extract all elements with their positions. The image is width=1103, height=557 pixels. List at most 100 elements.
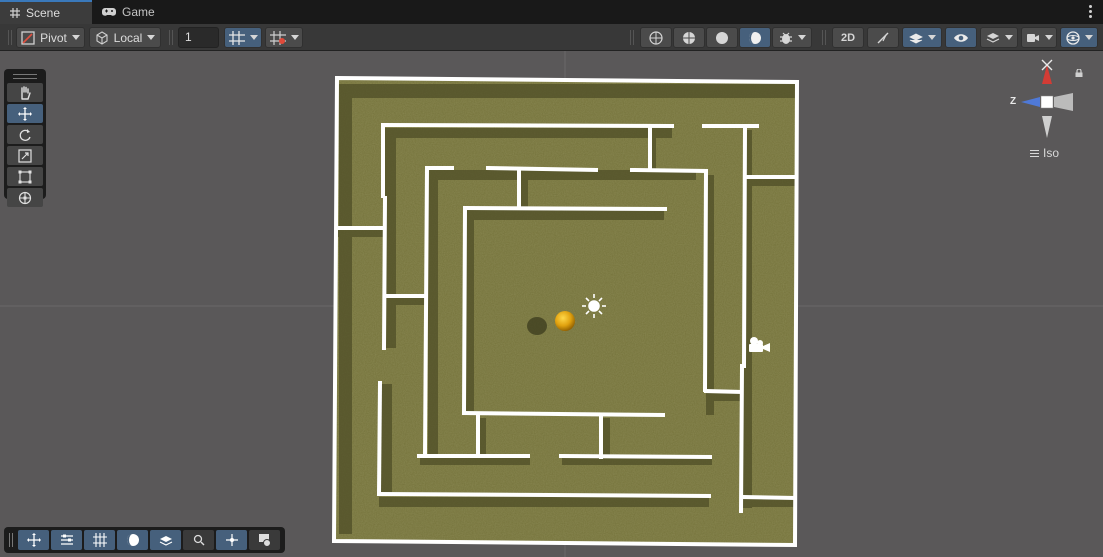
2d-label: 2D [840, 31, 856, 44]
rect-tool-button[interactable] [7, 167, 43, 186]
overlay-camera-button[interactable] [249, 530, 280, 550]
solid-sphere-icon [715, 31, 729, 45]
overlay-shading-button[interactable] [117, 530, 148, 550]
more-options-icon[interactable] [1089, 5, 1093, 19]
menu-lines-icon [1030, 149, 1039, 157]
overlay-grip[interactable] [9, 533, 13, 547]
lighting-toggle[interactable] [867, 27, 899, 48]
player-ball[interactable] [555, 311, 575, 331]
pivot-icon [21, 30, 35, 45]
ball-shadow [527, 317, 547, 335]
wall [422, 165, 430, 458]
z-axis-label: Z [1010, 96, 1017, 107]
rect-transform-icon [18, 170, 32, 184]
cube-icon [95, 30, 109, 45]
scene-visibility-toggle[interactable] [945, 27, 977, 48]
chevron-down-icon [1044, 35, 1053, 40]
effects-dropdown[interactable] [902, 27, 942, 48]
search-icon [193, 534, 205, 546]
chevron-down-icon [797, 35, 806, 40]
wireframe-shading-button[interactable] [640, 27, 672, 48]
tab-bar: Scene Game [0, 0, 1103, 24]
wall [381, 195, 388, 351]
tool-settings-icon [60, 534, 74, 546]
grid-increment-input[interactable]: 1 [178, 27, 219, 48]
overlay-tool-settings-button[interactable] [51, 530, 82, 550]
transform-tool-button[interactable] [7, 188, 43, 207]
toolbar-grip[interactable] [8, 30, 12, 45]
overlay-grid-button[interactable] [84, 530, 115, 550]
layers-dropdown[interactable] [980, 27, 1018, 48]
chevron-down-icon [927, 35, 936, 40]
gamepad-icon [102, 7, 116, 17]
grid-icon [10, 8, 20, 18]
draw-mode-dropdown[interactable] [772, 27, 812, 48]
navigation-icon [225, 533, 239, 547]
shaded-wireframe-button[interactable] [673, 27, 705, 48]
grid-snap-toggle[interactable] [224, 27, 262, 48]
scale-tool-button[interactable] [7, 146, 43, 165]
tools-overlay [4, 69, 46, 207]
pivot-label: Pivot [40, 30, 67, 45]
scene-camera-icon [258, 533, 272, 547]
wall [741, 125, 748, 369]
wall [740, 494, 797, 501]
tab-game[interactable]: Game [98, 0, 168, 24]
overlay-move-button[interactable] [18, 530, 49, 550]
y-axis-negative-cone[interactable] [1042, 116, 1052, 138]
tab-scene[interactable]: Scene [0, 0, 92, 24]
z-axis-cone[interactable] [1021, 97, 1040, 107]
scene-canvas[interactable] [0, 51, 1103, 557]
chevron-down-icon [249, 35, 258, 40]
bug-icon [779, 31, 793, 45]
increment-snap-icon [269, 30, 286, 45]
hand-icon [18, 85, 32, 100]
toolbar-grip[interactable] [822, 30, 826, 45]
chevron-down-icon [71, 35, 80, 40]
chevron-down-icon [1084, 35, 1093, 40]
scene-viewport[interactable]: Z Iso [0, 51, 1103, 557]
move-tool-button[interactable] [7, 104, 43, 123]
video-camera-icon [1026, 32, 1040, 44]
shaded-button[interactable] [706, 27, 738, 48]
tab-scene-label: Scene [26, 6, 61, 20]
overlay-toolbar [4, 527, 285, 553]
scale-icon [18, 148, 32, 163]
lit-shading-button[interactable] [739, 27, 771, 48]
overlay-search-button[interactable] [183, 530, 214, 550]
transform-icon [18, 191, 32, 205]
wall [703, 388, 744, 395]
layers-icon [986, 32, 1000, 44]
overlay-navigation-button[interactable] [216, 530, 247, 550]
wall [461, 205, 468, 416]
scene-toolbar: Pivot Local 1 2D [0, 24, 1103, 51]
projection-toggle[interactable]: Iso [1030, 146, 1059, 160]
rotate-icon [18, 128, 32, 142]
lock-icon[interactable] [1075, 66, 1083, 77]
toolbar-grip[interactable] [169, 30, 173, 45]
rotate-tool-button[interactable] [7, 125, 43, 144]
wireframe-sphere-icon [649, 30, 663, 45]
gizmo-center-cube[interactable] [1040, 95, 1054, 109]
pivot-dropdown[interactable]: Pivot [16, 27, 85, 48]
local-dropdown[interactable]: Local [89, 27, 161, 48]
projection-label: Iso [1043, 146, 1060, 160]
wall [629, 167, 709, 174]
chevron-down-icon [1004, 35, 1013, 40]
overlay-grip[interactable] [13, 74, 37, 79]
lit-sphere-icon [748, 31, 762, 45]
gizmos-dropdown[interactable] [1060, 27, 1098, 48]
wall [462, 205, 668, 212]
increment-snap-toggle[interactable] [265, 27, 303, 48]
wall [380, 122, 675, 129]
lit-sphere-icon [126, 533, 140, 547]
2d-mode-toggle[interactable]: 2D [832, 27, 864, 48]
overlay-layers-button[interactable] [150, 530, 181, 550]
grid-snap-icon [92, 533, 107, 547]
hand-tool-button[interactable] [7, 83, 43, 102]
toolbar-grip[interactable] [630, 30, 634, 45]
shaded-wireframe-icon [682, 31, 696, 45]
camera-dropdown[interactable] [1021, 27, 1057, 48]
x-axis-negative-cone[interactable] [1054, 93, 1073, 111]
light-off-icon [876, 31, 890, 45]
